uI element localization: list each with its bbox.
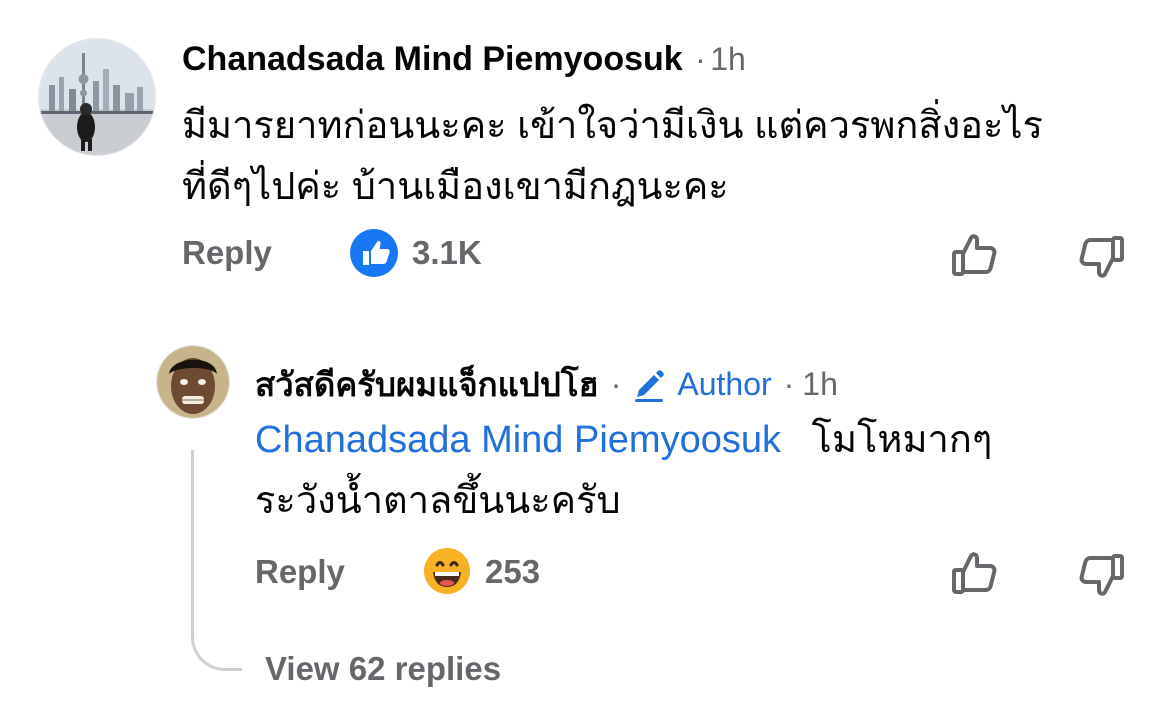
separator-dot: · <box>610 366 622 402</box>
commenter-avatar[interactable] <box>38 38 156 156</box>
view-replies-link[interactable]: View 62 replies <box>265 650 501 688</box>
thumbs-down-icon[interactable] <box>1076 550 1126 600</box>
comment-body: มีมารยาทก่อนนะคะ เข้าใจว่ามีเงิน แต่ควรพ… <box>182 96 1152 218</box>
comment-text-line: มีมารยาทก่อนนะคะ เข้าใจว่ามีเงิน แต่ควรพ… <box>182 105 1043 147</box>
separator-dot: · <box>695 41 706 77</box>
city-skyline-photo <box>39 39 155 155</box>
reply-button[interactable]: Reply <box>255 553 345 591</box>
pencil-icon <box>631 367 667 403</box>
separator-dot: · <box>783 366 795 402</box>
reply-button[interactable]: Reply <box>182 234 272 272</box>
like-reaction-icon <box>350 229 398 277</box>
commenter-name[interactable]: Chanadsada Mind Piemyoosuk <box>182 40 683 78</box>
reaction-count[interactable]: 3.1K <box>412 234 482 272</box>
comment-header: Chanadsada Mind Piemyoosuk · 1h <box>182 40 746 79</box>
face-photo <box>157 346 229 418</box>
author-badge: Author <box>677 366 772 402</box>
reply-text-line: โมโหมากๆ <box>811 419 993 461</box>
reply-author-name[interactable]: สวัสดีครับผมแจ็กแปปโฮ <box>255 358 599 411</box>
reply-text-line: ระวังน้ำตาลขึ้นนะครับ <box>255 480 621 522</box>
reply-header: สวัสดีครับผมแจ็กแปปโฮ · Author · 1h <box>255 358 838 411</box>
reply-author-avatar[interactable] <box>156 345 230 419</box>
thumbs-up-icon[interactable] <box>950 230 1000 280</box>
mention-link[interactable]: Chanadsada Mind Piemyoosuk <box>255 419 781 461</box>
reaction-count[interactable]: 253 <box>485 553 540 591</box>
thread-connector-line <box>191 450 242 671</box>
comment-text-line: ที่ดีๆไปค่ะ บ้านเมืองเขามีกฎนะคะ <box>182 166 729 208</box>
thumbs-down-icon[interactable] <box>1076 232 1126 282</box>
reply-time[interactable]: 1h <box>802 366 838 403</box>
reply-body: Chanadsada Mind Piemyoosuk โมโหมากๆ ระวั… <box>255 410 1135 532</box>
thumbs-up-icon[interactable] <box>950 548 1000 598</box>
comment-time[interactable]: 1h <box>710 41 746 77</box>
haha-reaction-icon <box>423 547 471 595</box>
